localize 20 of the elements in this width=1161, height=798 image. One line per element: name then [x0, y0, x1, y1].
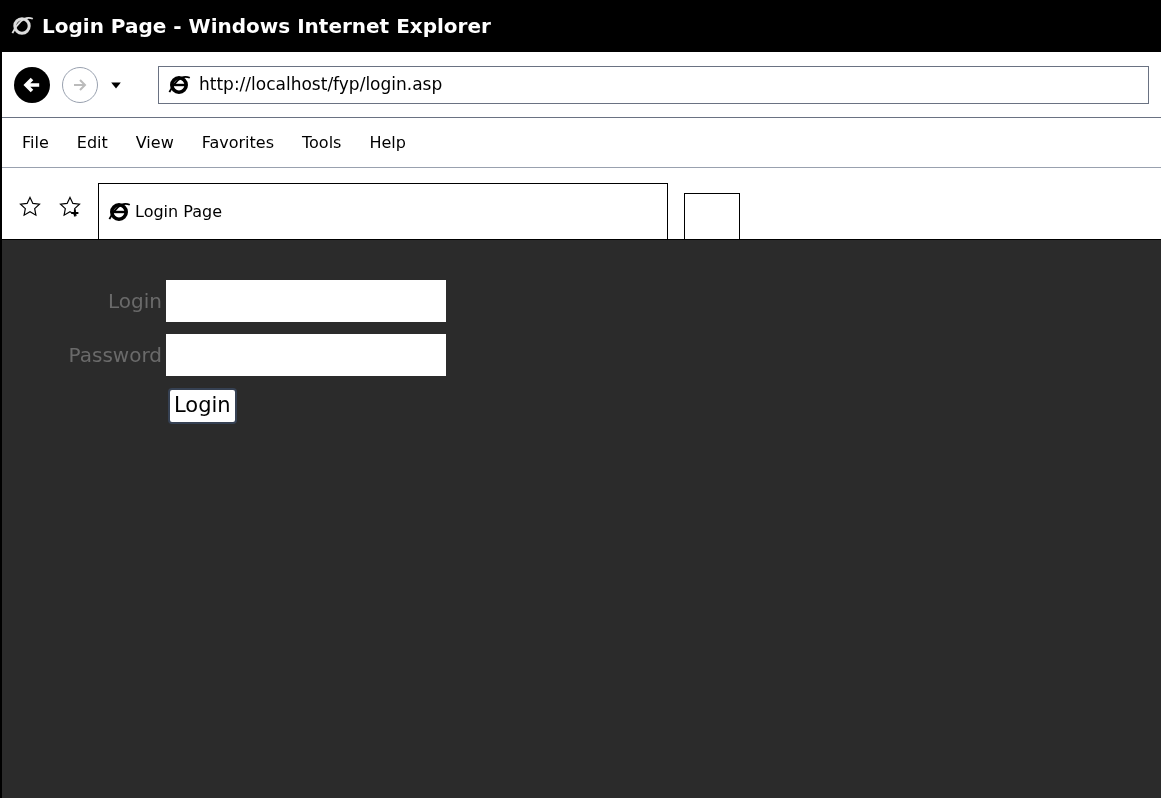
- login-button[interactable]: Login: [168, 388, 237, 424]
- menu-item[interactable]: Tools: [302, 130, 342, 155]
- browser-tab[interactable]: Login Page: [98, 183, 668, 239]
- browser-logo-icon: [10, 14, 34, 38]
- input-field[interactable]: [166, 280, 446, 322]
- menu-item[interactable]: Favorites: [201, 130, 274, 155]
- menu-item[interactable]: Help: [369, 130, 406, 155]
- menu-item[interactable]: File: [22, 130, 49, 155]
- menu-item[interactable]: View: [135, 130, 174, 155]
- star-icon[interactable]: [18, 195, 42, 219]
- back-button[interactable]: [14, 66, 50, 103]
- window-title: Login Page - Windows Internet Explorer: [42, 13, 491, 40]
- address-field[interactable]: http://localhost/fyp/login.asp: [158, 65, 1149, 104]
- url-text: http://localhost/fyp/login.asp: [199, 72, 443, 96]
- new-tab-button[interactable]: [684, 193, 740, 239]
- field-label: Password: [67, 342, 163, 369]
- field-label: Login: [107, 288, 163, 315]
- input-field[interactable]: [166, 334, 446, 376]
- menu-item[interactable]: Edit: [76, 130, 108, 155]
- add-favorite-icon[interactable]: [58, 195, 82, 219]
